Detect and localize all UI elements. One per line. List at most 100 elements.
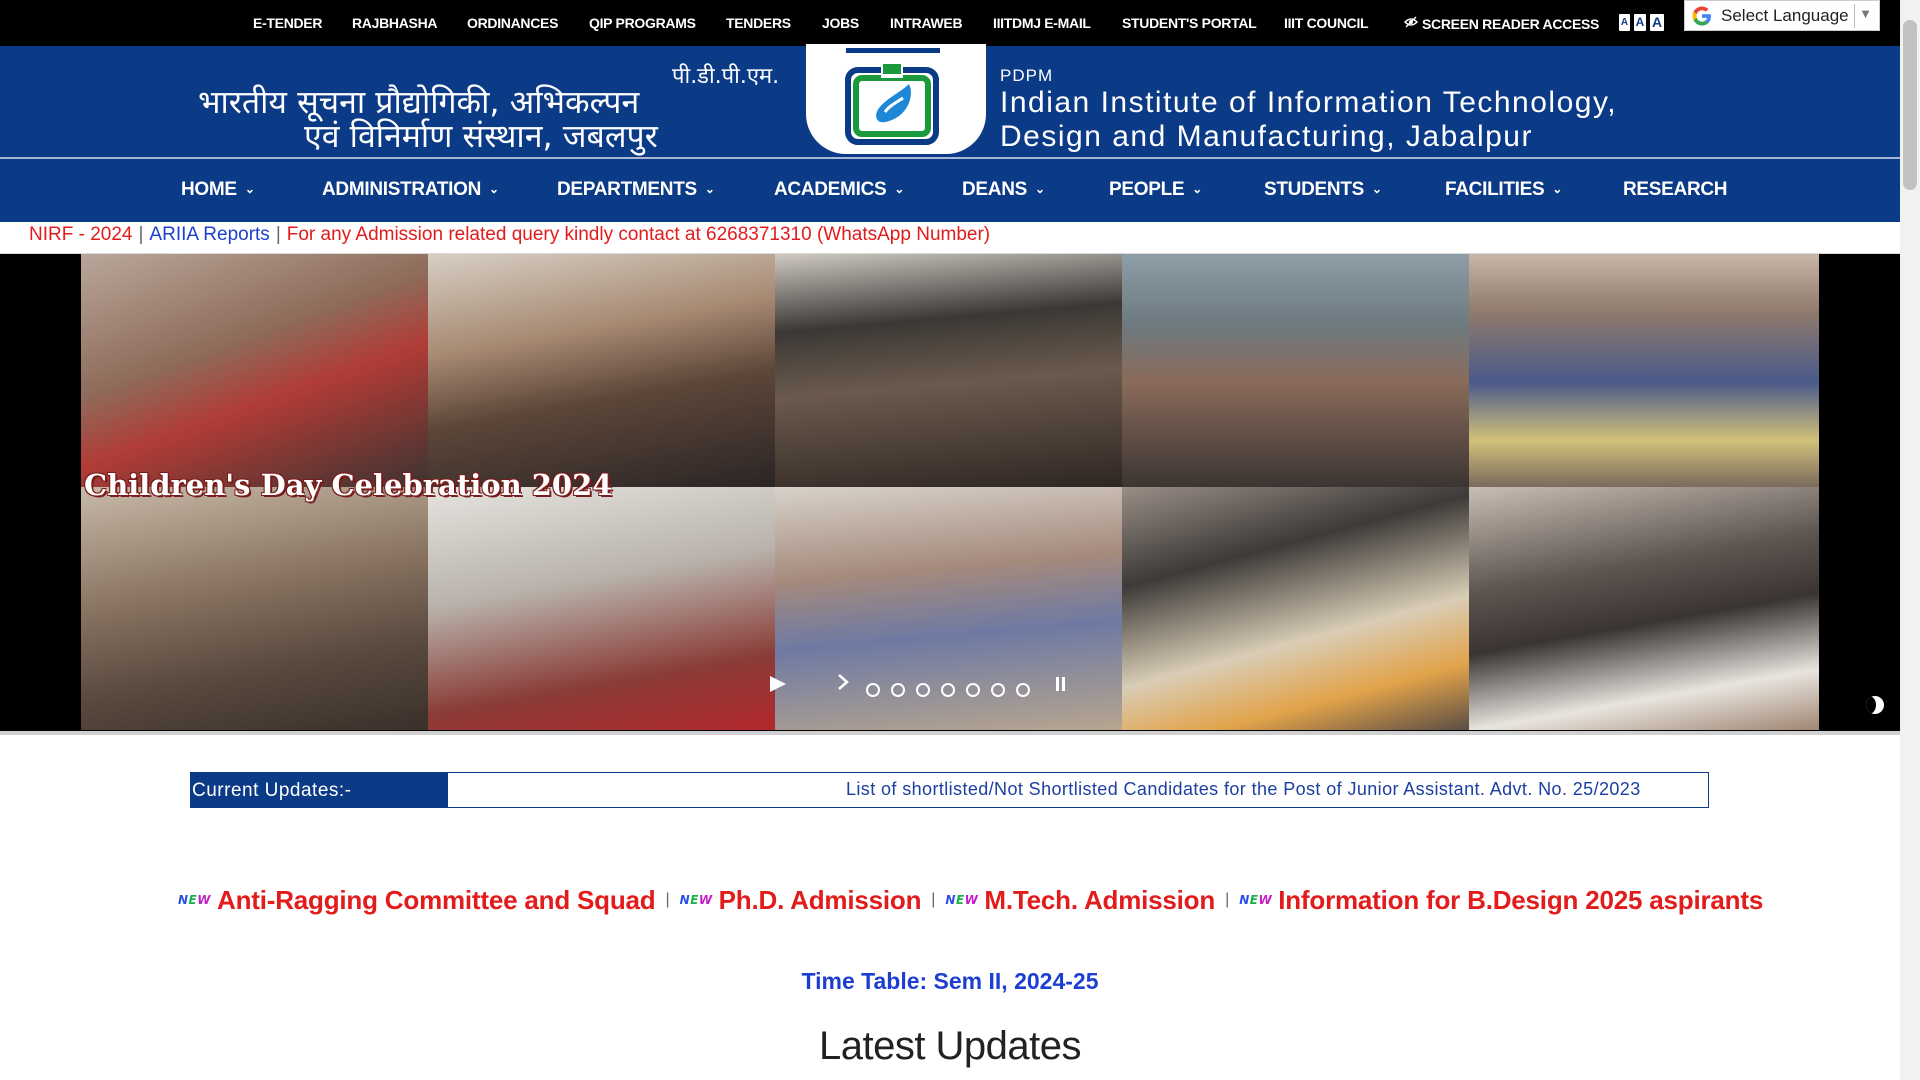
chevron-down-icon: ⌄ xyxy=(894,182,905,196)
topbar-link-screen-reader[interactable]: SCREEN READER ACCESS xyxy=(1403,15,1600,32)
institute-abbr-english: PDPM xyxy=(1000,66,1054,85)
slider-dot[interactable] xyxy=(891,683,905,697)
admission-contact-text: For any Admission related query kindly c… xyxy=(286,224,991,245)
collage-photo xyxy=(1122,487,1469,730)
site-header: पी.डी.पी.एम. भारतीय सूचना प्रौद्योगिकी, … xyxy=(0,44,1900,160)
current-updates-label: Current Updates:- xyxy=(191,773,448,807)
play-icon[interactable] xyxy=(768,674,788,694)
google-icon xyxy=(1691,5,1713,27)
topbar-link-qip-programs[interactable]: QIP PROGRAMS xyxy=(589,15,696,31)
new-badge-icon: NEW xyxy=(178,893,211,907)
slider-dot[interactable] xyxy=(941,683,955,697)
pause-icon[interactable] xyxy=(1056,677,1066,694)
nav-item-label: ACADEMICS xyxy=(774,179,887,200)
collage-photo xyxy=(428,254,775,487)
nav-item-home[interactable]: HOME ⌄ xyxy=(181,179,255,201)
collage-photo xyxy=(1469,254,1819,487)
topbar-link-rajbhasha[interactable]: RAJBHASHA xyxy=(352,15,438,31)
slider-dots xyxy=(866,683,1041,697)
link-separator: | xyxy=(1225,891,1230,908)
topbar-link-email[interactable]: IIITDMJ E-MAIL xyxy=(993,15,1091,31)
contrast-toggle-icon[interactable] xyxy=(1866,696,1884,714)
topbar-link-intraweb[interactable]: INTRAWEB xyxy=(890,15,963,31)
nav-item-deans[interactable]: DEANS ⌄ xyxy=(962,179,1045,201)
anti-ragging-link[interactable]: Anti-Ragging Committee and Squad xyxy=(217,885,656,916)
nav-item-facilities[interactable]: FACILITIES ⌄ xyxy=(1445,179,1562,201)
topbar-link-students-portal[interactable]: STUDENT'S PORTAL xyxy=(1122,15,1257,31)
logo-top-bar xyxy=(846,48,940,53)
page-scrollbar[interactable] xyxy=(1900,0,1920,1080)
collage-photo xyxy=(81,254,428,487)
slider-dot[interactable] xyxy=(966,683,980,697)
nav-item-label: PEOPLE xyxy=(1109,179,1185,200)
latest-updates-heading: Latest Updates xyxy=(818,1024,1082,1068)
nav-item-label: FACILITIES xyxy=(1445,179,1545,200)
institute-logo[interactable] xyxy=(845,62,941,153)
topbar-link-iiit-council[interactable]: IIIT COUNCIL xyxy=(1284,15,1369,31)
language-select-divider xyxy=(1854,4,1855,28)
collage-photo xyxy=(775,254,1122,487)
topbar-link-ordinances[interactable]: ORDINANCES xyxy=(467,15,558,31)
new-badge-icon: NEW xyxy=(1239,893,1273,907)
institute-name-english-line2: Design and Manufacturing, Jabalpur xyxy=(1000,120,1533,153)
image-slider: Children's Day Celebration 2024 xyxy=(0,254,1900,731)
collage-photo xyxy=(81,487,428,730)
chevron-down-icon: ⌄ xyxy=(244,182,255,196)
font-size-large-button[interactable]: A xyxy=(1650,14,1664,31)
nav-item-people[interactable]: PEOPLE ⌄ xyxy=(1109,179,1202,201)
nav-item-academics[interactable]: ACADEMICS ⌄ xyxy=(774,179,904,201)
topbar-link-tenders[interactable]: TENDERS xyxy=(726,15,791,31)
nav-item-label: RESEARCH xyxy=(1623,179,1728,200)
nav-item-label: DEPARTMENTS xyxy=(557,179,697,200)
nav-item-label: HOME xyxy=(181,179,237,200)
phd-admission-link[interactable]: Ph.D. Admission xyxy=(719,885,922,916)
bdesign-info-link[interactable]: Information for B.Design 2025 aspirants xyxy=(1278,885,1763,916)
slide-caption: Children's Day Celebration 2024 xyxy=(84,468,613,502)
slider-dot[interactable] xyxy=(866,683,880,697)
institute-abbr-hindi: पी.डी.पी.एम. xyxy=(672,64,780,89)
nav-item-departments[interactable]: DEPARTMENTS ⌄ xyxy=(557,179,715,201)
current-updates-ticker: Current Updates:- List of shortlisted/No… xyxy=(190,772,1709,808)
language-select[interactable]: Select Language ▼ xyxy=(1684,0,1880,31)
nav-item-label: DEANS xyxy=(962,179,1028,200)
highlight-links: NEW Anti-Ragging Committee and Squad | N… xyxy=(178,882,1763,918)
slider-dot[interactable] xyxy=(991,683,1005,697)
announcement-separator: | xyxy=(138,224,144,245)
language-select-label: Select Language xyxy=(1721,5,1849,25)
nav-item-research[interactable]: RESEARCH xyxy=(1623,179,1728,201)
screen-reader-label: SCREEN READER ACCESS xyxy=(1422,16,1600,32)
font-size-small-button[interactable]: A xyxy=(1619,14,1630,31)
timetable-link[interactable]: Time Table: Sem II, 2024-25 xyxy=(0,968,1900,995)
institute-name-hindi-line2: एवं विनिर्माण संस्थान, जबलपुर xyxy=(304,117,658,155)
announcement-line: NIRF - 2024 | ARIIA Reports | For any Admiss… xyxy=(29,222,990,252)
link-separator: | xyxy=(665,891,670,908)
new-badge-icon: NEW xyxy=(945,893,979,907)
chevron-down-icon: ⌄ xyxy=(1035,182,1045,196)
institute-name-english-line1: Indian Institute of Information Technolo… xyxy=(1000,86,1618,119)
chevron-right-icon[interactable] xyxy=(836,672,850,698)
collage-photo xyxy=(428,487,775,730)
slider-bottom-border xyxy=(0,731,1900,735)
nav-item-administration[interactable]: ADMINISTRATION ⌄ xyxy=(322,179,499,201)
scrollbar-thumb[interactable] xyxy=(1903,20,1917,190)
chevron-down-icon: ⌄ xyxy=(1552,182,1563,196)
nirf-link[interactable]: NIRF - 2024 xyxy=(29,224,132,245)
slider-dot[interactable] xyxy=(1016,683,1030,697)
topbar-link-e-tender[interactable]: E-TENDER xyxy=(253,15,322,31)
collage-photo xyxy=(1469,487,1819,730)
top-utility-bar: E-TENDER RAJBHASHA ORDINANCES QIP PROGRA… xyxy=(0,0,1900,46)
nav-item-students[interactable]: STUDENTS ⌄ xyxy=(1264,179,1382,201)
link-separator: | xyxy=(931,891,936,908)
announcement-separator: | xyxy=(275,224,281,245)
header-divider xyxy=(0,157,1900,159)
mtech-admission-link[interactable]: M.Tech. Admission xyxy=(984,885,1215,916)
topbar-link-jobs[interactable]: JOBS xyxy=(822,15,859,31)
current-updates-link[interactable]: List of shortlisted/Not Shortlisted Cand… xyxy=(846,779,1641,800)
screen-reader-icon xyxy=(1403,15,1419,32)
ariia-reports-link[interactable]: ARIIA Reports xyxy=(149,224,269,245)
chevron-down-icon: ⌄ xyxy=(489,182,499,196)
collage-photo xyxy=(1122,254,1469,487)
chevron-down-icon: ⌄ xyxy=(1192,182,1203,196)
font-size-normal-button[interactable]: A xyxy=(1634,14,1646,31)
slider-dot[interactable] xyxy=(916,683,930,697)
